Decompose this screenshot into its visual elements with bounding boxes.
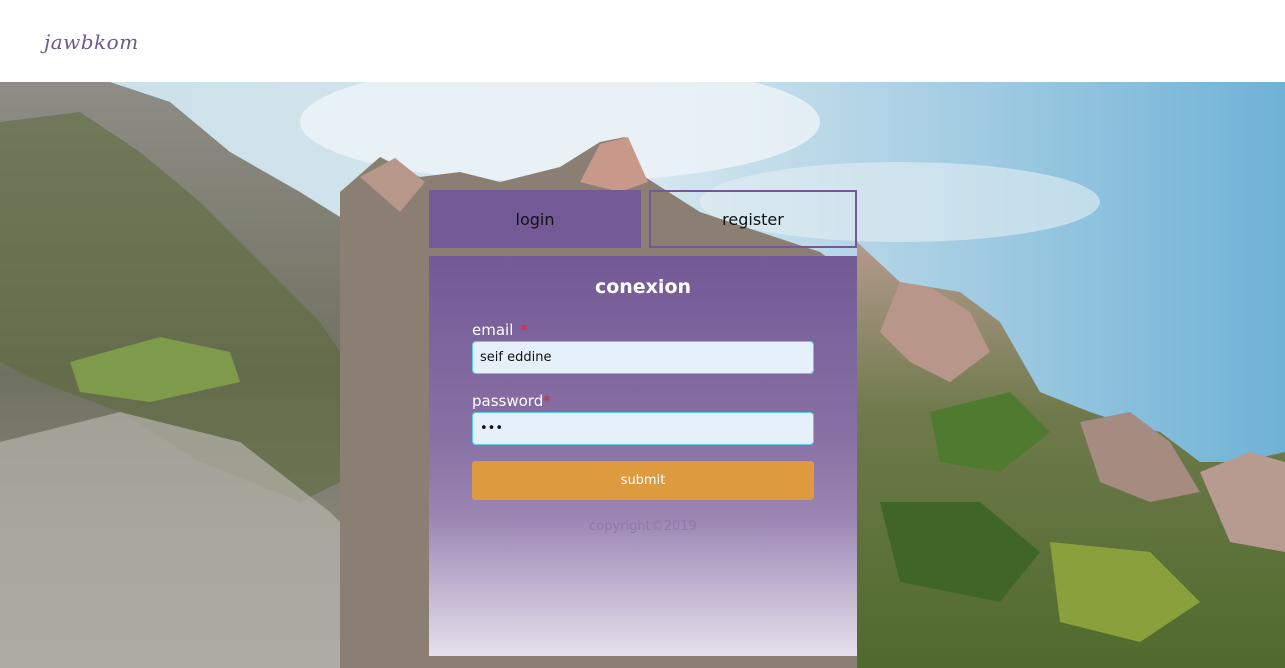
email-label-text: email <box>472 321 514 339</box>
password-label-text: password <box>472 392 544 410</box>
tab-register-label: register <box>722 209 784 229</box>
password-field[interactable] <box>472 412 814 445</box>
tab-login-label: login <box>515 209 555 229</box>
password-required-mark: * <box>543 392 551 410</box>
submit-button[interactable]: submit <box>472 461 814 500</box>
login-panel: conexion email * password* submit copyri… <box>429 256 857 656</box>
form-title: conexion <box>594 276 692 298</box>
copyright-text: copyright©2019 <box>589 519 697 534</box>
tab-login[interactable]: login <box>429 190 641 248</box>
tab-register[interactable]: register <box>649 190 857 248</box>
password-label: password* <box>472 392 551 410</box>
email-label: email * <box>472 321 528 339</box>
email-field[interactable] <box>472 341 814 374</box>
top-bar: jawbkom <box>0 0 1285 82</box>
email-required-mark: * <box>520 321 528 339</box>
logo[interactable]: jawbkom <box>44 30 139 54</box>
